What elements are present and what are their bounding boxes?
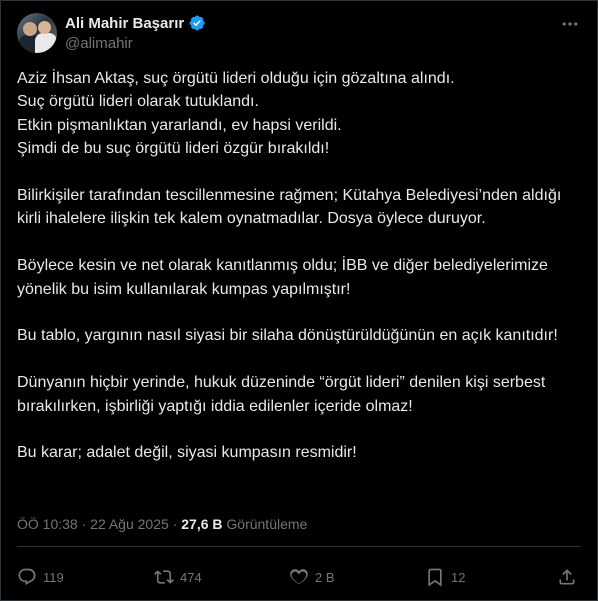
reply-button[interactable]: 119 <box>17 559 64 595</box>
repost-count: 474 <box>180 569 202 585</box>
tweet-card: Ali Mahir Başarır @alimahir Aziz İhsan A… <box>0 0 598 601</box>
tweet-line: Dünyanın hiçbir yerinde, hukuk düzeninde… <box>17 374 546 415</box>
author-handle[interactable]: @alimahir <box>65 35 206 52</box>
tweet-date[interactable]: 22 Ağu 2025 <box>90 516 169 532</box>
verified-badge-icon <box>189 15 205 31</box>
tweet-line: Etkin pişmanlıktan yararlandı, ev hapsi … <box>17 116 342 134</box>
share-button[interactable] <box>557 559 577 595</box>
bookmark-icon <box>428 568 442 587</box>
divider <box>17 546 581 547</box>
more-dots-icon <box>562 22 578 26</box>
meta-separator: · <box>81 516 87 532</box>
repost-icon <box>154 570 174 584</box>
bookmark-count: 12 <box>451 569 466 585</box>
tweet-line: Aziz İhsan Aktaş, suç örgütü lideri oldu… <box>17 70 455 87</box>
reply-icon <box>18 568 36 585</box>
avatar[interactable] <box>17 13 57 53</box>
like-count: 2 B <box>315 569 335 585</box>
reply-count: 119 <box>43 569 64 585</box>
tweet-line: Bu karar; adalet değil, siyasi kumpasın … <box>17 444 357 462</box>
share-icon <box>559 569 575 585</box>
tweet-line: Böylece kesin ve net olarak kanıtlanmış … <box>17 257 548 298</box>
more-options-button[interactable] <box>557 11 583 37</box>
tweet-line: Suç örgütü lideri olarak tutuklandı. <box>17 93 259 111</box>
repost-button[interactable]: 474 <box>154 559 202 595</box>
tweet-line: Bu tablo, yargının nasıl siyasi bir sila… <box>17 327 558 345</box>
tweet-time[interactable]: ÖÖ 10:38 <box>17 516 78 532</box>
author-display-name[interactable]: Ali Mahir Başarır <box>65 15 184 32</box>
tweet-header: Ali Mahir Başarır @alimahir <box>17 13 585 57</box>
action-bar: 119 474 2 B 12 <box>17 559 581 595</box>
bookmark-button[interactable]: 12 <box>425 559 465 595</box>
like-button[interactable]: 2 B <box>289 559 335 595</box>
tweet-line: Şimdi de bu suç örgütü lideri özgür bıra… <box>17 140 330 158</box>
tweet-line: Bilirkişiler tarafından tescillenmesine … <box>17 187 562 228</box>
meta-separator: · <box>172 516 178 532</box>
views-count: 27,6 B <box>181 516 223 532</box>
tweet-meta: ÖÖ 10:38 · 22 Ağu 2025 · 27,6 B Görüntül… <box>17 516 307 532</box>
tweet-text: Aziz İhsan Aktaş, suç örgütü lideri oldu… <box>17 67 583 465</box>
heart-icon <box>290 569 308 585</box>
author-info: Ali Mahir Başarır @alimahir <box>65 14 206 52</box>
views-label: Görüntüleme <box>226 516 308 532</box>
